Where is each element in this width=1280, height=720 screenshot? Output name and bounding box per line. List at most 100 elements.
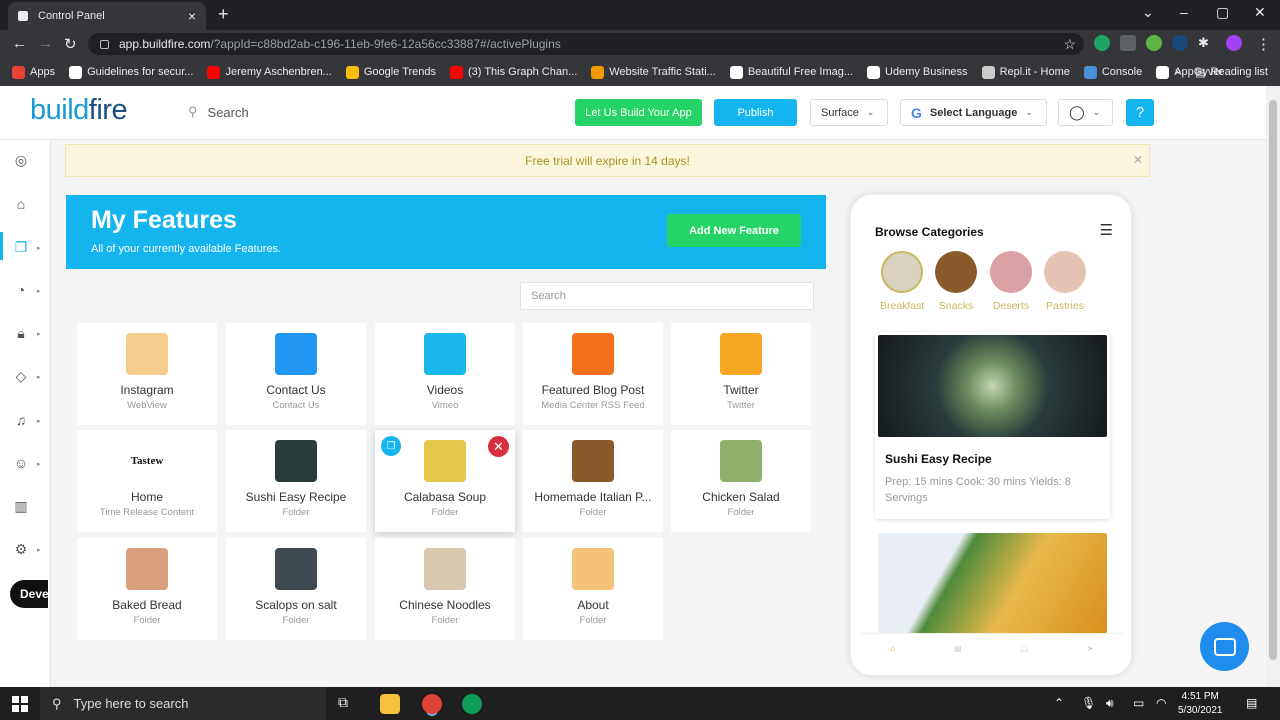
file-explorer-icon[interactable]: [380, 694, 400, 714]
extension-icon[interactable]: [1120, 35, 1136, 51]
extension-react-icon[interactable]: [1172, 35, 1188, 51]
task-view-icon[interactable]: ⧉: [338, 694, 358, 714]
feature-card[interactable]: Scalops on salt Folder: [226, 538, 366, 640]
sidebar-tag-icon[interactable]: ◇: [12, 368, 30, 386]
bookmark-star-icon[interactable]: ☆: [1063, 36, 1076, 53]
tray-chevron-icon[interactable]: ⌃: [1054, 696, 1064, 710]
support-chat-button[interactable]: [1200, 622, 1249, 671]
battery-icon[interactable]: ▭: [1133, 696, 1144, 710]
feature-card[interactable]: Sushi Easy Recipe Folder: [226, 430, 366, 532]
feature-card[interactable]: Contact Us Contact Us: [226, 323, 366, 425]
home-tab-icon[interactable]: ⌂: [890, 644, 895, 653]
profile-avatar[interactable]: [1226, 35, 1242, 51]
recipe-card[interactable]: Sushi Easy Recipe Prep: 15 mins Cook: 30…: [875, 332, 1110, 519]
chrome-active-icon[interactable]: [422, 694, 442, 714]
page-scrollbar[interactable]: [1266, 86, 1280, 687]
sidebar-arrow-icon: ▸: [37, 418, 41, 425]
bookmark-label: Udemy Business: [885, 66, 968, 78]
send-tab-icon[interactable]: ➤: [1087, 644, 1094, 653]
feature-card[interactable]: Featured Blog Post Media Center RSS Feed: [523, 323, 663, 425]
feature-card[interactable]: Chicken Salad Folder: [671, 430, 811, 532]
notifications-icon[interactable]: ▤: [1246, 696, 1257, 710]
feature-card[interactable]: Baked Bread Folder: [77, 538, 217, 640]
reading-list-button[interactable]: ▤ Reading list: [1195, 66, 1268, 79]
more-bookmarks-icon[interactable]: »: [1175, 66, 1181, 78]
profile-dropdown-icon[interactable]: ⌄: [1142, 4, 1154, 21]
minimize-icon[interactable]: –: [1180, 4, 1188, 20]
recipe-image-2[interactable]: [878, 533, 1107, 633]
build-your-app-button[interactable]: Let Us Build Your App: [575, 99, 702, 126]
windows-start-icon[interactable]: [12, 696, 28, 712]
delete-icon[interactable]: ✕: [488, 436, 509, 457]
sidebar-user-icon[interactable]: ☺: [12, 455, 30, 473]
feature-card[interactable]: Videos Vimeo: [375, 323, 515, 425]
tab-title: Control Panel: [38, 10, 105, 22]
help-button[interactable]: ?: [1126, 99, 1154, 126]
feature-card[interactable]: About Folder: [523, 538, 663, 640]
developer-tab[interactable]: Deve: [10, 580, 49, 608]
chat-tab-icon[interactable]: ▢: [1020, 644, 1028, 653]
scroll-thumb[interactable]: [1269, 100, 1277, 660]
features-search-input[interactable]: Search: [520, 282, 814, 310]
header-search[interactable]: ⚲ Search: [188, 104, 249, 120]
category-label: Deserts: [992, 300, 1030, 312]
sidebar-lock-icon[interactable]: 🔒︎: [12, 325, 30, 343]
close-icon[interactable]: ✕: [1133, 153, 1143, 167]
microphone-icon[interactable]: 🎙︎: [1081, 696, 1096, 710]
language-dropdown[interactable]: G Select Language ⌄: [900, 99, 1047, 126]
extension-leaf-icon[interactable]: [1146, 35, 1162, 51]
forward-icon[interactable]: →: [38, 35, 53, 52]
feature-card[interactable]: Chinese Noodles Folder: [375, 538, 515, 640]
publish-button[interactable]: Publish: [714, 99, 797, 126]
bookmark-item[interactable]: Console: [1083, 65, 1142, 79]
sidebar-bell-icon[interactable]: ♫: [12, 412, 30, 430]
sidebar-analytics-icon[interactable]: ▥: [12, 498, 30, 516]
grammarly-extension-icon[interactable]: [1094, 35, 1110, 51]
add-new-feature-button[interactable]: Add New Feature: [667, 214, 801, 247]
chrome-icon[interactable]: [462, 694, 482, 714]
new-tab-icon[interactable]: +: [218, 4, 229, 25]
bookmark-item[interactable]: Jeremy Aschenbren...: [207, 65, 332, 79]
surface-dropdown[interactable]: Surface ⌄: [810, 99, 888, 126]
chrome-menu-icon[interactable]: ⋮: [1256, 35, 1271, 53]
wifi-icon[interactable]: ◠: [1156, 696, 1166, 710]
taskbar-search[interactable]: ⚲ Type here to search: [40, 687, 326, 720]
sidebar-settings-icon[interactable]: ⚙: [12, 541, 30, 559]
page-tab-icon[interactable]: ▤: [954, 644, 962, 653]
bookmark-item[interactable]: Udemy Business: [867, 65, 968, 79]
extensions-puzzle-icon[interactable]: ✱: [1198, 35, 1214, 51]
feature-card[interactable]: Calabasa Soup Folder ❐ ✕: [375, 430, 515, 532]
bookmark-item[interactable]: Beautiful Free Imag...: [729, 65, 853, 79]
bookmark-item[interactable]: Guidelines for secur...: [69, 65, 193, 79]
feature-card[interactable]: Homemade Italian P... Folder: [523, 430, 663, 532]
browser-tab[interactable]: Control Panel ×: [8, 2, 206, 30]
bookmark-item[interactable]: (3) This Graph Chan...: [450, 65, 577, 79]
category-item[interactable]: Pastries: [1043, 251, 1087, 312]
bookmark-item[interactable]: Repl.it - Home: [981, 65, 1070, 79]
sidebar-design-icon[interactable]: ◔: [12, 282, 30, 300]
maximize-icon[interactable]: ▢: [1216, 4, 1229, 21]
hamburger-menu-icon[interactable]: ☰: [1100, 221, 1113, 239]
bookmark-item[interactable]: Google Trends: [345, 65, 436, 79]
window-close-icon[interactable]: ✕: [1254, 4, 1266, 21]
bookmark-item[interactable]: Website Traffic Stati...: [591, 65, 716, 79]
sidebar-home-icon[interactable]: ⌂: [12, 196, 30, 214]
bookmark-item[interactable]: Apps: [12, 65, 55, 79]
copy-icon[interactable]: ❐: [381, 436, 401, 456]
tab-close-icon[interactable]: ×: [188, 8, 196, 24]
reload-icon[interactable]: ↻: [64, 35, 77, 53]
buildfire-logo[interactable]: buildfire: [30, 94, 128, 127]
sidebar-features-icon[interactable]: ❐: [12, 239, 30, 257]
taskbar-clock[interactable]: 4:51 PM 5/30/2021: [1178, 690, 1223, 718]
category-item[interactable]: Deserts: [989, 251, 1033, 312]
url-field[interactable]: app.buildfire.com /?appId=c88bd2ab-c196-…: [88, 33, 1084, 55]
sidebar-support-icon[interactable]: ◎: [12, 152, 30, 170]
volume-icon[interactable]: 🔊︎: [1106, 696, 1114, 711]
feature-card[interactable]: Twitter Twitter: [671, 323, 811, 425]
feature-card[interactable]: Instagram WebView: [77, 323, 217, 425]
feature-card[interactable]: Tastew Home Time Release Content: [77, 430, 217, 532]
category-item[interactable]: Breakfast: [880, 251, 924, 312]
user-menu[interactable]: ◯ ⌄: [1058, 99, 1113, 126]
back-icon[interactable]: ←: [12, 35, 27, 52]
category-item[interactable]: Snacks: [934, 251, 978, 312]
